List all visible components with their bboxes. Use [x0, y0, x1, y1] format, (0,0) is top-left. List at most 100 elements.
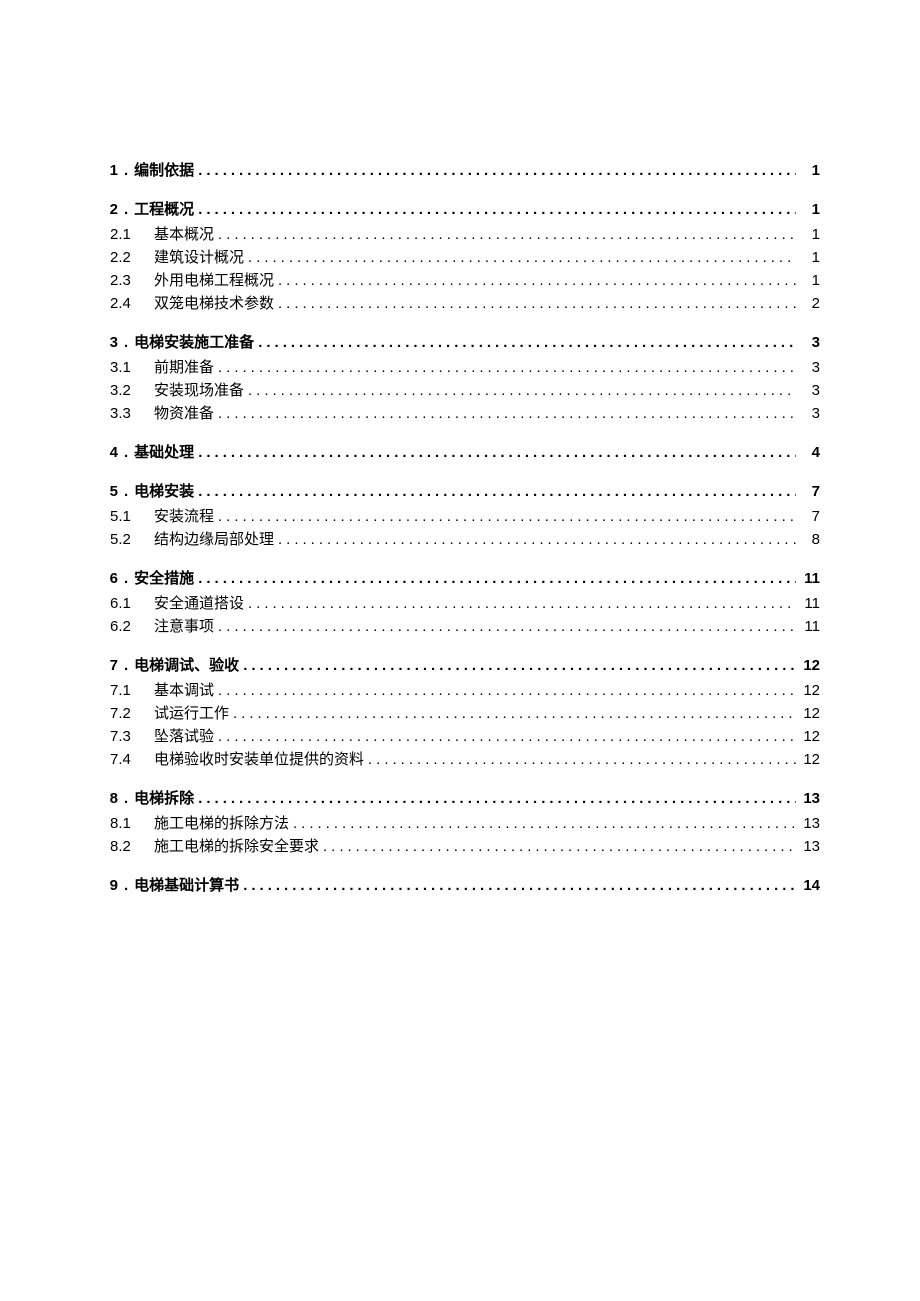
document-page: 1.编制依据12.工程概况12.1基本概况12.2建筑设计概况12.3外用电梯工… — [0, 0, 920, 1301]
toc-section-number: 3 — [100, 332, 118, 353]
toc-section-row[interactable]: 3.电梯安装施工准备3 — [100, 332, 820, 353]
toc-leader — [218, 224, 796, 245]
toc-leader — [218, 403, 796, 424]
toc-subsection-number: 2.2 — [110, 247, 140, 268]
toc-subsection-row[interactable]: 2.1基本概况1 — [100, 224, 820, 245]
toc-subsection-row[interactable]: 3.1前期准备3 — [100, 357, 820, 378]
toc-leader — [243, 875, 796, 896]
toc-subsection-number: 3.1 — [110, 357, 140, 378]
toc-leader — [278, 270, 796, 291]
toc-section-number: 2 — [100, 199, 118, 220]
toc-subsection-title: 坠落试验 — [154, 726, 214, 747]
toc-section-page: 13 — [800, 788, 820, 809]
toc-subsection-block: 8.1施工电梯的拆除方法138.2施工电梯的拆除安全要求13 — [100, 813, 820, 857]
toc-section-row[interactable]: 8. 电梯拆除 13 — [100, 788, 820, 809]
toc-subsection-row[interactable]: 2.3外用电梯工程概况1 — [100, 270, 820, 291]
toc-subsection-title: 试运行工作 — [154, 703, 229, 724]
toc-subsection-number: 2.4 — [110, 293, 140, 314]
toc-number-sep: . — [124, 655, 128, 676]
toc-subsection-row[interactable]: 3.2安装现场准备3 — [100, 380, 820, 401]
toc-section-page: 12 — [800, 655, 820, 676]
toc-subsection-row[interactable]: 7.4电梯验收时安装单位提供的资料12 — [100, 749, 820, 770]
toc-leader — [243, 655, 796, 676]
toc-subsection-row[interactable]: 7.1基本调试12 — [100, 680, 820, 701]
toc-subsection-row[interactable]: 7.3 坠落试验 12 — [100, 726, 820, 747]
toc-section-page: 14 — [800, 875, 820, 896]
toc-leader — [258, 332, 796, 353]
toc-section-number: 1 — [100, 160, 118, 181]
toc-subsection-page: 2 — [800, 293, 820, 314]
toc-section-title: 电梯调试、验收 — [134, 655, 239, 676]
toc-subsection-row[interactable]: 2.2 建筑设计概况 1 — [100, 247, 820, 268]
toc-section-number: 7 — [100, 655, 118, 676]
toc-section-row[interactable]: 6.安全措施11 — [100, 568, 820, 589]
toc-section-row[interactable]: 9.电梯基础计算书14 — [100, 875, 820, 896]
toc-section-title: 电梯安装 — [134, 481, 194, 502]
toc-section-title: 电梯安装施工准备 — [134, 332, 254, 353]
toc-subsection-page: 3 — [800, 380, 820, 401]
toc-subsection-page: 12 — [800, 726, 820, 747]
toc-subsection-block: 2.1基本概况12.2建筑设计概况12.3外用电梯工程概况12.4双笼电梯技术参… — [100, 224, 820, 314]
toc-subsection-number: 7.4 — [110, 749, 140, 770]
toc-number-sep: . — [124, 481, 128, 502]
toc-subsection-row[interactable]: 8.2施工电梯的拆除安全要求13 — [100, 836, 820, 857]
toc-leader — [293, 813, 796, 834]
toc-section-number: 6 — [100, 568, 118, 589]
toc-leader — [248, 247, 796, 268]
toc-subsection-title: 双笼电梯技术参数 — [154, 293, 274, 314]
toc-section-number: 4 — [100, 442, 118, 463]
toc-subsection-page: 3 — [800, 403, 820, 424]
toc-section-row[interactable]: 4.基础处理4 — [100, 442, 820, 463]
toc-section-number: 5 — [100, 481, 118, 502]
toc-subsection-title: 建筑设计概况 — [154, 247, 244, 268]
toc-leader — [233, 703, 796, 724]
toc-subsection-row[interactable]: 8.1施工电梯的拆除方法13 — [100, 813, 820, 834]
toc-section-row[interactable]: 1.编制依据1 — [100, 160, 820, 181]
toc-subsection-block: 6.1安全通道搭设116.2 注意事项 11 — [100, 593, 820, 637]
toc-subsection-page: 1 — [800, 247, 820, 268]
toc-subsection-title: 注意事项 — [154, 616, 214, 637]
toc-subsection-number: 7.3 — [110, 726, 140, 747]
toc-section-number: 8 — [100, 788, 118, 809]
toc-subsection-row[interactable]: 5.1安装流程7 — [100, 506, 820, 527]
toc-section-row[interactable]: 2.工程概况1 — [100, 199, 820, 220]
toc-subsection-title: 安装现场准备 — [154, 380, 244, 401]
toc-subsection-row[interactable]: 6.1安全通道搭设11 — [100, 593, 820, 614]
toc-subsection-number: 7.1 — [110, 680, 140, 701]
toc-subsection-row[interactable]: 6.2注意事项11 — [100, 616, 820, 637]
toc-subsection-title: 外用电梯工程概况 — [154, 270, 274, 291]
toc-section-title: 编制依据 — [134, 160, 194, 181]
toc-subsection-page: 11 — [800, 593, 820, 614]
toc-section-title: 电梯拆除 — [134, 788, 194, 809]
toc-subsection-row[interactable]: 2.4 双笼电梯技术参数 2 — [100, 293, 820, 314]
toc-subsection-row[interactable]: 5.2结构边缘局部处理8 — [100, 529, 820, 550]
toc-leader — [218, 357, 796, 378]
toc-subsection-number: 6.2 — [110, 616, 140, 637]
toc-subsection-title: 施工电梯的拆除方法 — [154, 813, 289, 834]
toc-leader — [198, 160, 796, 181]
toc-leader — [198, 481, 796, 502]
toc-subsection-number: 5.1 — [110, 506, 140, 527]
toc-subsection-row[interactable]: 3.3物资准备3 — [100, 403, 820, 424]
toc-subsection-page: 12 — [800, 680, 820, 701]
toc-subsection-page: 13 — [800, 813, 820, 834]
toc-leader — [248, 380, 796, 401]
toc-subsection-page: 12 — [800, 703, 820, 724]
toc-leader — [198, 199, 796, 220]
toc-leader — [218, 506, 796, 527]
toc-section-row[interactable]: 7. 电梯调试、验收 12 — [100, 655, 820, 676]
toc-section-row[interactable]: 5.电梯安装7 — [100, 481, 820, 502]
toc-subsection-page: 1 — [800, 270, 820, 291]
toc-leader — [278, 529, 796, 550]
toc-subsection-row[interactable]: 7.2试运行工作12 — [100, 703, 820, 724]
toc-leader — [198, 442, 796, 463]
toc-subsection-page: 7 — [800, 506, 820, 527]
toc-leader — [218, 680, 796, 701]
toc-section-number: 9 — [100, 875, 118, 896]
toc-section-page: 1 — [800, 160, 820, 181]
toc-leader — [368, 749, 796, 770]
toc-section-title: 基础处理 — [134, 442, 194, 463]
toc-number-sep: . — [124, 788, 128, 809]
toc-subsection-number: 2.1 — [110, 224, 140, 245]
toc-subsection-title: 结构边缘局部处理 — [154, 529, 274, 550]
